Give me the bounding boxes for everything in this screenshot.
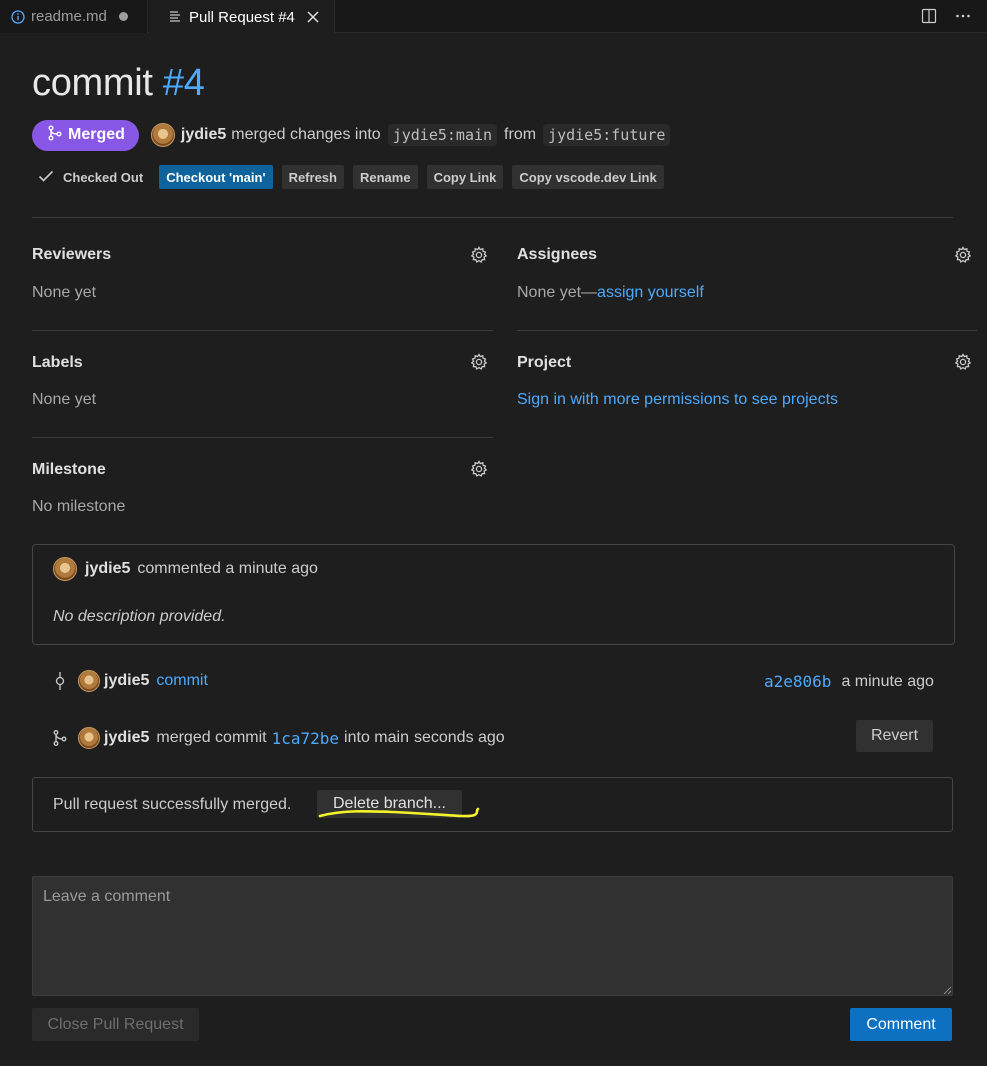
- unsaved-dot-icon[interactable]: [118, 12, 128, 21]
- project-settings-gear-icon[interactable]: [954, 353, 972, 371]
- reviewers-value: None yet: [32, 284, 97, 301]
- tab-label: readme.md: [31, 8, 107, 25]
- editor-tab-bar: readme.md Pull Request #4: [0, 0, 987, 34]
- revert-button[interactable]: Revert: [856, 720, 933, 752]
- checked-out-indicator: Checked Out: [38, 169, 143, 186]
- tab-pull-request[interactable]: Pull Request #4: [149, 0, 335, 34]
- comment-body: No description provided.: [53, 608, 226, 625]
- assign-yourself-link[interactable]: assign yourself: [597, 284, 704, 301]
- assignees-none-text: None yet—: [517, 284, 598, 301]
- merge-status-box: Pull request successfully merged. Delete…: [32, 777, 953, 832]
- commit-message-link[interactable]: commit: [156, 672, 208, 690]
- status-badge: Merged: [32, 119, 139, 151]
- commit-time: a minute ago: [841, 672, 934, 690]
- pr-number-link[interactable]: #4: [163, 62, 205, 104]
- divider: [32, 217, 953, 218]
- timeline-commit-event: jydie5 commit: [52, 670, 208, 692]
- close-pull-request-button[interactable]: Close Pull Request: [32, 1008, 199, 1041]
- checkout-main-button[interactable]: Checkout 'main': [159, 165, 273, 189]
- merge-pre-text: merged commit: [156, 729, 267, 746]
- labels-value: None yet: [32, 391, 97, 408]
- reviewers-heading: Reviewers: [32, 246, 112, 263]
- avatar[interactable]: [78, 670, 100, 692]
- milestone-heading: Milestone: [32, 461, 106, 478]
- assignees-heading: Assignees: [517, 246, 598, 263]
- avatar[interactable]: [150, 123, 175, 147]
- pull-request-icon: [169, 10, 181, 24]
- tab-label: Pull Request #4: [189, 8, 295, 26]
- author-link[interactable]: jydie5: [181, 126, 226, 144]
- avatar[interactable]: [78, 727, 100, 749]
- commit-author-link[interactable]: jydie5: [104, 672, 149, 690]
- merge-author-link[interactable]: jydie5: [104, 729, 149, 747]
- project-heading: Project: [517, 354, 572, 371]
- labels-settings-gear-icon[interactable]: [470, 353, 488, 371]
- pr-title: commit: [32, 62, 153, 104]
- checked-out-label: Checked Out: [63, 169, 144, 185]
- comment-header: jydie5 commented a minute ago: [53, 557, 318, 581]
- close-icon[interactable]: [306, 10, 320, 24]
- comment-textarea[interactable]: [32, 876, 953, 996]
- avatar[interactable]: [53, 557, 77, 581]
- page-title: commit #4: [32, 62, 205, 105]
- merge-summary: jydie5 merged changes into jydie5:main f…: [181, 124, 678, 146]
- commit-sha-link[interactable]: a2e806b: [764, 672, 831, 691]
- status-badge-label: Merged: [68, 126, 125, 143]
- sign-in-projects-link[interactable]: Sign in with more permissions to see pro…: [517, 391, 838, 409]
- from-text: from: [504, 126, 537, 143]
- timeline-merge-event: jydie5 merged commit 1ca72be into main s…: [52, 727, 505, 749]
- refresh-button[interactable]: Refresh: [281, 165, 344, 189]
- info-icon: [11, 9, 25, 24]
- base-branch: jydie5:main: [387, 124, 498, 146]
- comment-author-link[interactable]: jydie5: [85, 560, 130, 578]
- git-commit-icon: [52, 672, 68, 690]
- merge-time: seconds ago: [413, 729, 505, 746]
- tab-readme[interactable]: readme.md: [0, 0, 148, 33]
- pr-action-bar: Checked Out Checkout 'main' Refresh Rena…: [38, 165, 673, 189]
- editor-actions: [919, 6, 973, 26]
- divider: [32, 437, 493, 438]
- comment-meta: commented a minute ago: [137, 560, 318, 577]
- description-comment: jydie5 commented a minute ago No descrip…: [32, 544, 955, 645]
- comment-submit-button[interactable]: Comment: [850, 1008, 952, 1041]
- rename-button[interactable]: Rename: [352, 165, 418, 189]
- merge-success-text: Pull request successfully merged.: [53, 796, 292, 813]
- copy-vscode-link-button[interactable]: Copy vscode.dev Link: [512, 165, 664, 189]
- pr-status-line: Merged jydie5 merged changes into jydie5…: [32, 119, 677, 151]
- head-branch: jydie5:future: [543, 124, 671, 146]
- merge-post-text: into main: [344, 729, 409, 746]
- reviewers-settings-gear-icon[interactable]: [470, 246, 488, 264]
- more-actions-icon[interactable]: [953, 6, 973, 26]
- labels-heading: Labels: [32, 354, 83, 371]
- commit-sha-time: a2e806b a minute ago: [764, 672, 934, 691]
- assignees-value: None yet—assign yourself: [517, 284, 704, 302]
- copy-link-button[interactable]: Copy Link: [426, 165, 504, 189]
- split-editor-icon[interactable]: [919, 6, 939, 26]
- milestone-value: No milestone: [32, 498, 126, 515]
- merge-icon: [48, 125, 62, 146]
- divider: [32, 330, 493, 331]
- milestone-settings-gear-icon[interactable]: [470, 460, 488, 478]
- assignees-settings-gear-icon[interactable]: [954, 246, 972, 264]
- merge-sha-link[interactable]: 1ca72be: [272, 729, 339, 748]
- merged-text: merged changes into: [231, 126, 381, 143]
- divider: [517, 330, 977, 331]
- merge-icon: [52, 729, 68, 747]
- delete-branch-button[interactable]: Delete branch...: [317, 790, 462, 818]
- check-icon: [38, 169, 54, 186]
